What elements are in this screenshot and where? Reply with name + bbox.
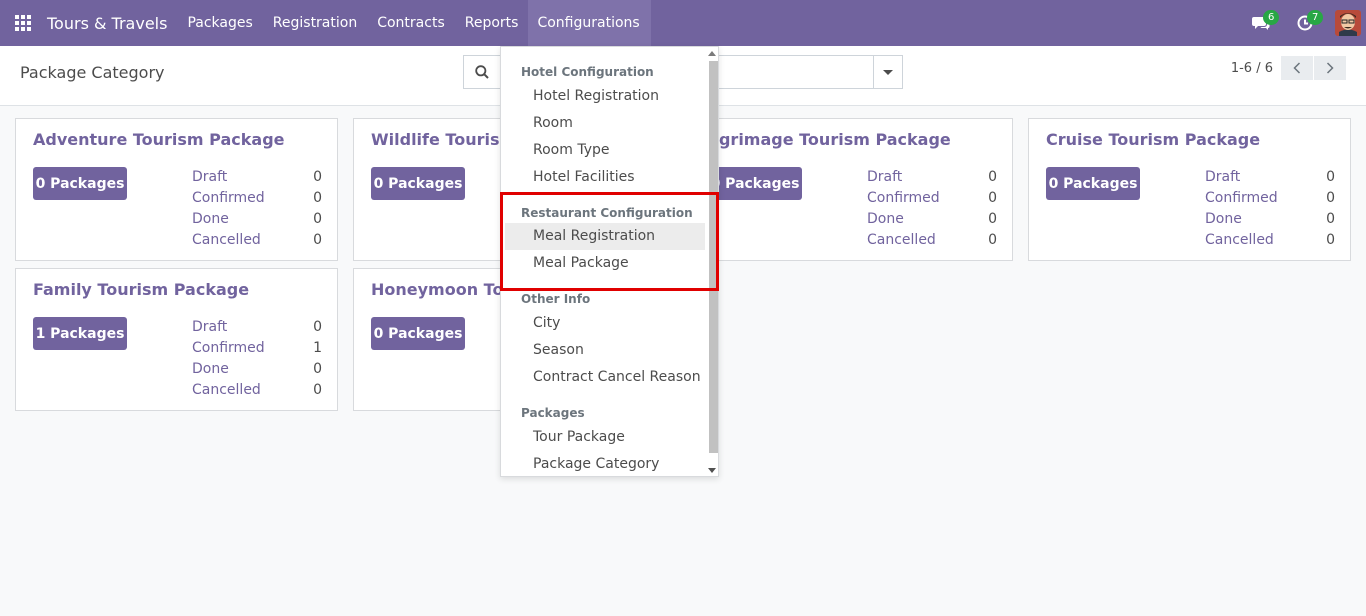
- menu-item-contract-cancel-reason[interactable]: Contract Cancel Reason: [505, 364, 705, 391]
- stat-label[interactable]: Draft: [192, 319, 227, 340]
- section-header-packages: Packages: [521, 406, 585, 420]
- card-title: Adventure Tourism Package: [33, 130, 285, 149]
- menu-item-hotel-facilities[interactable]: Hotel Facilities: [505, 164, 705, 191]
- stat-label[interactable]: Confirmed: [192, 190, 265, 211]
- stat-label[interactable]: Done: [192, 211, 229, 232]
- card-stats: Draft 0 Confirmed 0 Done 0 Cancelled 0: [192, 169, 322, 253]
- stat-value: 0: [988, 232, 997, 248]
- messages-button[interactable]: 6: [1239, 0, 1283, 46]
- card-stats: Draft 0 Confirmed 1 Done 0 Cancelled 0: [192, 319, 322, 403]
- section-header-restaurant: Restaurant Configuration: [521, 206, 693, 220]
- card-title: Family Tourism Package: [33, 280, 250, 299]
- stat-label[interactable]: Cancelled: [1205, 232, 1274, 253]
- packages-button[interactable]: 0 Packages: [371, 317, 465, 350]
- menu-item-meal-registration[interactable]: Meal Registration: [505, 223, 705, 250]
- menu-item-package-category[interactable]: Package Category: [505, 451, 705, 476]
- menu-item-room[interactable]: Room: [505, 110, 705, 137]
- stat-value: 0: [988, 169, 997, 185]
- stat-label[interactable]: Draft: [192, 169, 227, 190]
- card-title: ilgrimage Tourism Package: [708, 130, 951, 149]
- stat-value: 0: [1326, 232, 1335, 248]
- stat-value: 0: [313, 232, 322, 248]
- user-avatar[interactable]: [1335, 10, 1361, 36]
- stat-label[interactable]: Done: [1205, 211, 1242, 232]
- stat-value: 1: [313, 340, 322, 356]
- activities-count-badge: 7: [1307, 10, 1324, 25]
- stat-value: 0: [988, 190, 997, 206]
- stat-value: 0: [988, 211, 997, 227]
- stat-value: 0: [313, 211, 322, 227]
- pager: 1-6 / 6: [1231, 56, 1346, 80]
- kanban-card[interactable]: Family Tourism Package 1 Packages Draft 0…: [15, 268, 338, 411]
- stat-label[interactable]: Draft: [1205, 169, 1240, 190]
- stat-value: 0: [1326, 190, 1335, 206]
- stat-value: 0: [1326, 169, 1335, 185]
- stat-value: 0: [313, 319, 322, 335]
- systray: 6 7: [1239, 0, 1366, 46]
- stat-label[interactable]: Confirmed: [192, 340, 265, 361]
- pager-previous-button[interactable]: [1281, 56, 1313, 80]
- stat-label[interactable]: Done: [192, 361, 229, 382]
- menu-item-meal-package[interactable]: Meal Package: [505, 250, 705, 277]
- kanban-card[interactable]: ilgrimage Tourism Package 0 Packages Dra…: [690, 118, 1013, 261]
- stat-value: 0: [313, 361, 322, 377]
- card-stats: Draft 0 Confirmed 0 Done 0 Cancelled 0: [1205, 169, 1335, 253]
- messages-count-badge: 6: [1263, 10, 1280, 25]
- caret-down-icon: [883, 69, 893, 75]
- menu-item-city[interactable]: City: [505, 310, 705, 337]
- stat-label[interactable]: Cancelled: [192, 382, 261, 403]
- section-header-hotel: Hotel Configuration: [521, 65, 654, 79]
- apps-menu-icon[interactable]: [0, 0, 46, 46]
- packages-button[interactable]: 0 Packages: [371, 167, 465, 200]
- menu-registration[interactable]: Registration: [263, 0, 367, 46]
- stat-value: 0: [313, 382, 322, 398]
- stat-value: 0: [313, 169, 322, 185]
- configurations-dropdown: Hotel Configuration Hotel Registration R…: [500, 46, 719, 477]
- menu-configurations[interactable]: Configurations: [528, 0, 651, 46]
- stat-label[interactable]: Done: [867, 211, 904, 232]
- search-icon: [464, 56, 500, 88]
- chevron-right-icon: [1326, 62, 1334, 74]
- stat-label[interactable]: Draft: [867, 169, 902, 190]
- menu-item-tour-package[interactable]: Tour Package: [505, 424, 705, 451]
- card-title: Cruise Tourism Package: [1046, 130, 1261, 149]
- page-title: Package Category: [20, 63, 165, 82]
- packages-button[interactable]: 0 Packages: [1046, 167, 1140, 200]
- menu-reports[interactable]: Reports: [455, 0, 529, 46]
- stat-label[interactable]: Cancelled: [867, 232, 936, 253]
- section-header-other-info: Other Info: [521, 292, 591, 306]
- top-navbar: Tours & Travels Packages Registration Co…: [0, 0, 1366, 46]
- menu-packages[interactable]: Packages: [177, 0, 262, 46]
- stat-label[interactable]: Cancelled: [192, 232, 261, 253]
- scroll-thumb[interactable]: [709, 61, 718, 453]
- stat-label[interactable]: Confirmed: [1205, 190, 1278, 211]
- scroll-up-arrow-icon[interactable]: [708, 51, 716, 56]
- packages-button[interactable]: 1 Packages: [33, 317, 127, 350]
- dropdown-scrollbar[interactable]: [705, 47, 718, 476]
- menu-item-hotel-registration[interactable]: Hotel Registration: [505, 83, 705, 110]
- menu-item-season[interactable]: Season: [505, 337, 705, 364]
- stat-value: 0: [313, 190, 322, 206]
- pager-next-button[interactable]: [1314, 56, 1346, 80]
- menu-item-room-type[interactable]: Room Type: [505, 137, 705, 164]
- pager-value[interactable]: 1-6 / 6: [1231, 61, 1273, 76]
- packages-button[interactable]: 0 Packages: [33, 167, 127, 200]
- card-stats: Draft 0 Confirmed 0 Done 0 Cancelled 0: [867, 169, 997, 253]
- chevron-left-icon: [1293, 62, 1301, 74]
- packages-button[interactable]: 0 Packages: [708, 167, 802, 200]
- kanban-card[interactable]: Cruise Tourism Package 0 Packages Draft 0…: [1028, 118, 1351, 261]
- menu-contracts[interactable]: Contracts: [367, 0, 455, 46]
- search-options-toggle[interactable]: [873, 56, 902, 88]
- app-brand[interactable]: Tours & Travels: [47, 14, 167, 33]
- scroll-down-arrow-icon[interactable]: [708, 468, 716, 473]
- stat-label[interactable]: Confirmed: [867, 190, 940, 211]
- kanban-card[interactable]: Adventure Tourism Package 0 Packages Dra…: [15, 118, 338, 261]
- activities-button[interactable]: 7: [1283, 0, 1327, 46]
- stat-value: 0: [1326, 211, 1335, 227]
